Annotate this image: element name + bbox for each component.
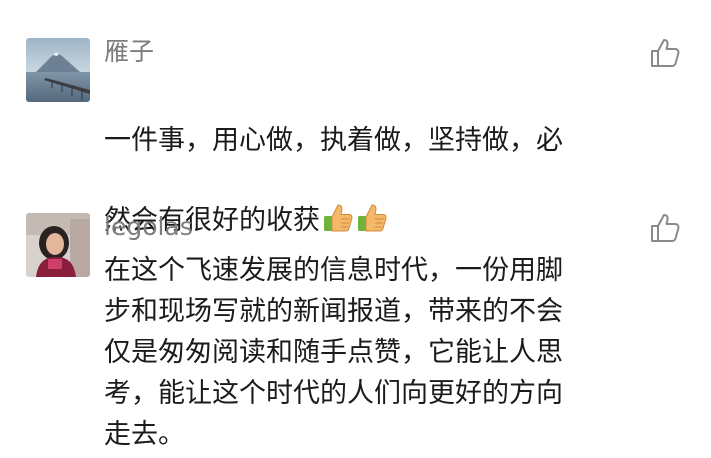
avatar[interactable] <box>26 213 90 277</box>
thumb-up-outline-icon[interactable] <box>648 211 682 245</box>
comment-item: legolas 在这个飞速发展的信息时代，一份用脚 步和现场写就的新闻报道，带来… <box>0 0 711 458</box>
avatar-portrait-image <box>26 213 90 277</box>
comment-text: 在这个飞速发展的信息时代，一份用脚 步和现场写就的新闻报道，带来的不会 仅是匆匆… <box>104 255 563 450</box>
comment-author[interactable]: legolas <box>104 211 193 243</box>
